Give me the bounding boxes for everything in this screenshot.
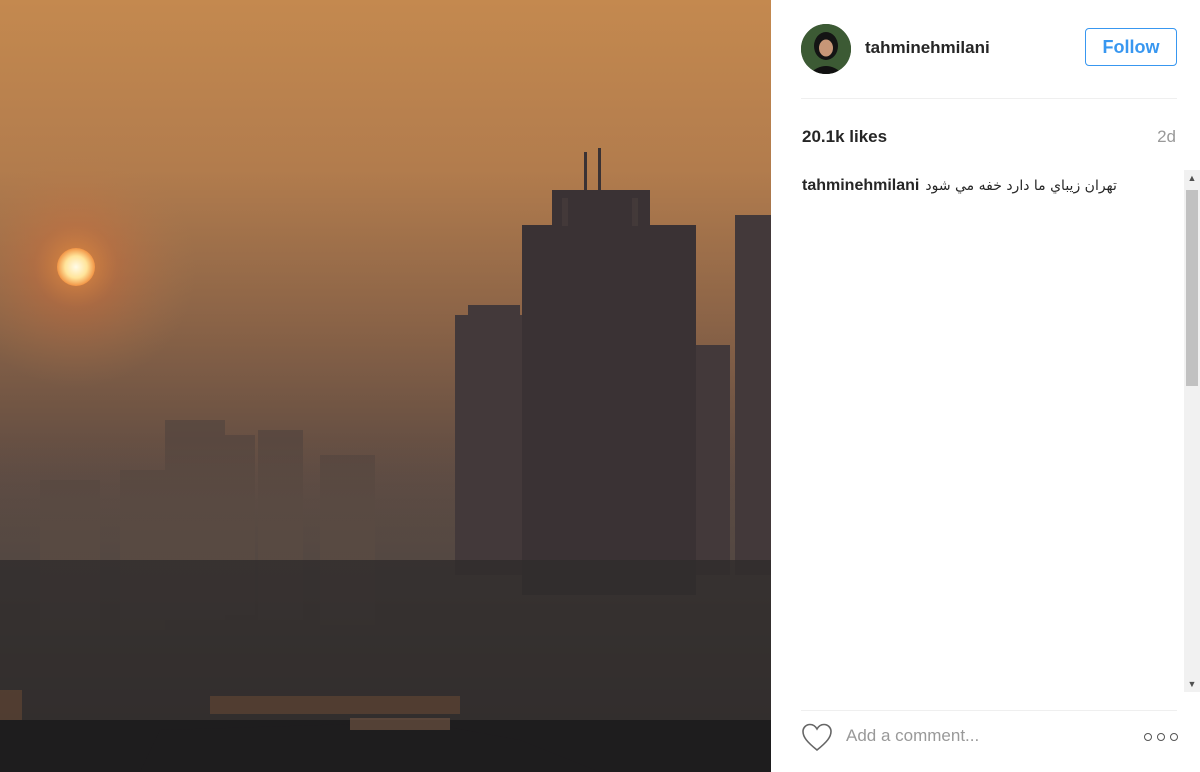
post-caption: tahminehmilani تهران زيباي ما دارد خفه مي… (802, 177, 1162, 195)
more-options-icon[interactable] (1144, 733, 1178, 743)
post-time[interactable]: 2d (1157, 127, 1176, 147)
comment-input[interactable] (846, 722, 1126, 750)
avatar-image (801, 24, 851, 74)
username-link[interactable]: tahminehmilani (865, 38, 990, 58)
post-header: tahminehmilani Follow (801, 24, 1177, 76)
caption-username[interactable]: tahminehmilani (802, 177, 919, 194)
caption-text: تهران زيباي ما دارد خفه مي شود (925, 178, 1117, 194)
header-divider (801, 98, 1177, 99)
footer-divider (801, 710, 1177, 711)
likes-count[interactable]: 20.1k likes (802, 127, 887, 147)
comments-scrollbar[interactable]: ▲ ▼ (1184, 170, 1200, 692)
post-photo (0, 0, 771, 772)
scrollbar-thumb[interactable] (1186, 190, 1198, 386)
smoggy-city-sunset-image (0, 0, 771, 772)
user-avatar[interactable] (801, 24, 851, 74)
scroll-up-arrow-icon[interactable]: ▲ (1184, 170, 1200, 186)
follow-button[interactable]: Follow (1085, 28, 1177, 66)
scroll-down-arrow-icon[interactable]: ▼ (1184, 676, 1200, 692)
heart-icon[interactable] (801, 722, 833, 752)
post-side-panel: tahminehmilani Follow 20.1k likes 2d tah… (771, 0, 1200, 772)
